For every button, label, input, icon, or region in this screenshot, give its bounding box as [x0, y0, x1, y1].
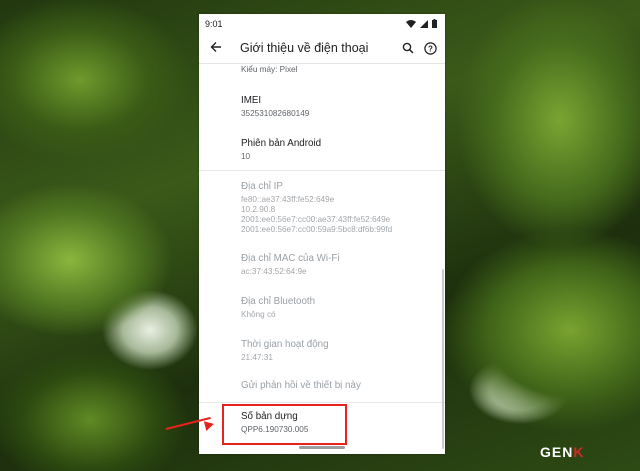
uptime-label: Thời gian hoạt động	[241, 339, 329, 350]
model-item-partial: Kiểu máy: Pixel	[199, 65, 445, 75]
app-bar: Giới thiệu về điện thoại ?	[199, 33, 445, 63]
svg-text:?: ?	[428, 44, 433, 53]
ip-address-line: 2001:ee0:56e7:cc00:ae37:43ff:fe52:649e	[241, 215, 391, 224]
ip-address-line: fe80::ae37:43ff:fe52:649e	[241, 195, 335, 204]
uptime-value: 21:47:31	[241, 353, 273, 362]
ip-address-line: 2001:ee0:56e7:cc00:59a9:5bc8:df6b:99fd	[241, 225, 393, 234]
android-version-item[interactable]: Phiên bản Android 10	[199, 138, 445, 162]
highlight-box	[222, 404, 347, 445]
bluetooth-value: Không có	[241, 310, 276, 319]
android-version-value: 10	[241, 152, 251, 161]
ip-address-item: Địa chỉ IP fe80::ae37:43ff:fe52:649e 10.…	[199, 181, 445, 235]
section-divider	[199, 402, 445, 403]
wifi-mac-value: ac:37:43:52:64:9e	[241, 267, 307, 276]
status-bar: 9:01	[199, 14, 445, 33]
gesture-nav-bar[interactable]	[299, 446, 345, 449]
android-version-label: Phiên bản Android	[241, 138, 322, 149]
search-icon[interactable]	[402, 42, 414, 54]
imei-value: 352531082680149	[241, 109, 310, 118]
genk-watermark-logo: GENK	[540, 444, 584, 460]
status-icons	[406, 19, 437, 28]
scrollbar[interactable]	[442, 269, 444, 449]
imei-item[interactable]: IMEI 352531082680149	[199, 95, 445, 119]
wifi-mac-label: Địa chỉ MAC của Wi-Fi	[241, 253, 340, 264]
bluetooth-label: Địa chỉ Bluetooth	[241, 296, 316, 307]
feedback-item[interactable]: Gửi phản hồi về thiết bị này	[199, 380, 445, 392]
battery-icon	[432, 19, 437, 28]
status-time: 9:01	[205, 18, 223, 29]
bluetooth-item: Địa chỉ Bluetooth Không có	[199, 296, 445, 320]
watermark-text: GEN	[540, 444, 574, 460]
model-value: Kiểu máy: Pixel	[241, 65, 298, 74]
imei-label: IMEI	[241, 95, 262, 106]
back-arrow-icon[interactable]	[201, 40, 231, 56]
help-icon[interactable]: ?	[424, 41, 437, 55]
uptime-item: Thời gian hoạt động 21:47:31	[199, 339, 445, 363]
page-title: Giới thiệu về điện thoại	[240, 41, 369, 55]
watermark-accent: K	[573, 444, 585, 460]
phone-screen: 9:01 Giới thiệu về điện thoại ? Kiểu máy…	[199, 14, 445, 454]
ip-address-label: Địa chỉ IP	[241, 181, 283, 192]
section-divider	[199, 170, 445, 171]
settings-list: Kiểu máy: Pixel IMEI 352531082680149 Phi…	[199, 64, 445, 454]
ip-address-line: 10.2.90.8	[241, 205, 276, 214]
signal-icon	[420, 19, 428, 28]
wifi-icon	[406, 19, 416, 28]
wifi-mac-item: Địa chỉ MAC của Wi-Fi ac:37:43:52:64:9e	[199, 253, 445, 277]
feedback-label: Gửi phản hồi về thiết bị này	[241, 380, 361, 391]
